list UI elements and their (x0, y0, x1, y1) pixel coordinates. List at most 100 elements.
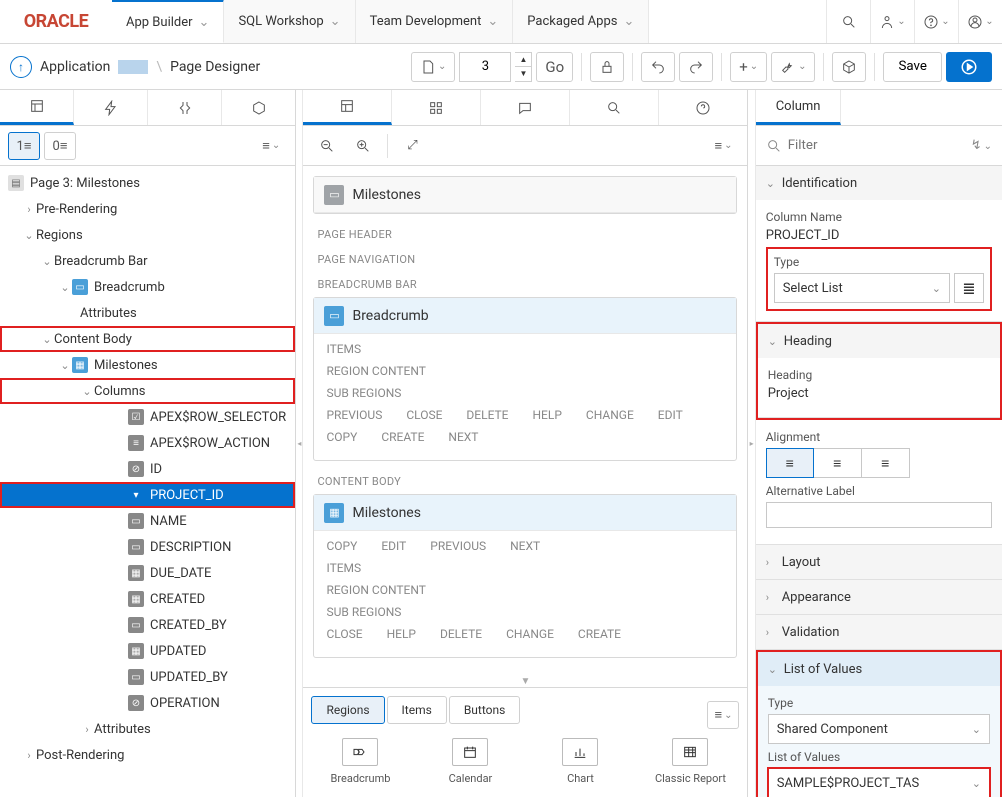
shared-components-button[interactable] (832, 52, 866, 82)
type-options-button[interactable]: ≣ (954, 273, 984, 303)
zoom-in-button[interactable] (347, 132, 379, 160)
tree-content-body[interactable]: ⌄Content Body (0, 326, 295, 352)
section-page-header[interactable]: PAGE HEADER (313, 222, 737, 247)
zoom-out-button[interactable] (311, 132, 343, 160)
property-filter-input[interactable] (788, 132, 965, 160)
slot[interactable]: COPY (326, 539, 357, 553)
page-region[interactable]: ▭Milestones (313, 176, 737, 214)
slot[interactable]: DELETE (466, 408, 508, 422)
slot[interactable]: NEXT (510, 539, 540, 553)
gallery-splitter[interactable]: ▼ (303, 676, 747, 687)
gallery-item-calendar[interactable]: Calendar (425, 738, 515, 785)
slot[interactable]: CHANGE (506, 627, 554, 641)
page-region-head[interactable]: ▭Milestones (314, 177, 736, 213)
gallery-tab-buttons[interactable]: Buttons (449, 696, 521, 724)
breadcrumb-region-head[interactable]: ▭Breadcrumb (314, 298, 736, 334)
undo-button[interactable] (641, 52, 675, 82)
go-button[interactable]: Go (536, 52, 573, 82)
tree-menu-button[interactable]: ≡ ⌄ (255, 132, 287, 160)
page-search-tab[interactable] (570, 90, 659, 125)
section-head-appearance[interactable]: ›Appearance (756, 580, 1002, 614)
select-lov-type[interactable]: Shared Component⌄ (768, 714, 990, 744)
page-finder-button[interactable]: ⌄ (411, 52, 455, 82)
section-head-validation[interactable]: ›Validation (756, 615, 1002, 649)
tree-breadcrumb-attributes[interactable]: Attributes (0, 300, 295, 326)
breadcrumb-application[interactable]: Application (40, 59, 110, 75)
spotlight-search-icon[interactable] (826, 0, 870, 43)
utilities-button[interactable]: ⌄ (771, 52, 815, 82)
tree-col-name[interactable]: ▭NAME (0, 508, 295, 534)
layout-tab[interactable] (303, 90, 392, 125)
tree-breadcrumb-bar[interactable]: ⌄Breadcrumb Bar (0, 248, 295, 274)
dynamic-actions-tab[interactable] (74, 90, 148, 125)
processing-tab[interactable] (148, 90, 222, 125)
splitter-right[interactable]: ▸ (748, 90, 755, 797)
admin-icon[interactable]: ⌄ (870, 0, 914, 43)
slot[interactable]: COPY (326, 430, 357, 444)
component-view-tab[interactable] (392, 90, 481, 125)
tab-team-development[interactable]: Team Development⌄ (356, 0, 514, 43)
tree-col-created[interactable]: ▦CREATED (0, 586, 295, 612)
slot[interactable]: REGION CONTENT (326, 364, 425, 378)
expand-button[interactable]: ⤢ (396, 132, 428, 160)
tree-milestones-attributes[interactable]: ›Attributes (0, 716, 295, 742)
gallery-tab-regions[interactable]: Regions (311, 696, 384, 724)
slot[interactable]: SUB REGIONS (326, 386, 401, 400)
slot[interactable]: SUB REGIONS (326, 605, 401, 619)
select-lov-value[interactable]: SAMPLE$PROJECT_TAS⌄ (768, 768, 990, 797)
align-right-button[interactable]: ≡ (862, 448, 910, 478)
slot[interactable]: REGION CONTENT (326, 583, 425, 597)
tree-col-updated[interactable]: ▦UPDATED (0, 638, 295, 664)
pin-button[interactable]: ↯⌄ (971, 138, 992, 153)
save-button[interactable]: Save (883, 52, 942, 82)
slot[interactable]: EDIT (658, 408, 683, 422)
tree-col-due-date[interactable]: ▦DUE_DATE (0, 560, 295, 586)
tree-page-title[interactable]: ▤Page 3: Milestones (0, 170, 295, 196)
help-icon[interactable]: ⌄ (914, 0, 958, 43)
section-content-body[interactable]: CONTENT BODY (313, 469, 737, 494)
splitter-left[interactable]: ◂ (296, 90, 303, 797)
tree-col-updated-by[interactable]: ▭UPDATED_BY (0, 664, 295, 690)
page-number-input[interactable] (459, 52, 511, 82)
tree-regions[interactable]: ⌄Regions (0, 222, 295, 248)
gallery-item-classic-report[interactable]: Classic Report (645, 738, 735, 785)
tree-col-project-id[interactable]: ▾PROJECT_ID (0, 482, 295, 508)
select-type[interactable]: Select List⌄ (774, 273, 950, 303)
slot[interactable]: HELP (387, 627, 416, 641)
gallery-menu-button[interactable]: ≡ ⌄ (707, 701, 739, 729)
align-center-button[interactable]: ≡ (814, 448, 862, 478)
input-alt-label[interactable] (766, 502, 992, 528)
sort-processing-button[interactable]: 0≡ (44, 132, 76, 160)
create-button[interactable]: +⌄ (730, 52, 767, 82)
rendering-tab[interactable] (0, 90, 74, 125)
layout-menu-button[interactable]: ≡ ⌄ (707, 132, 739, 160)
slot[interactable]: HELP (533, 408, 562, 422)
section-breadcrumb-bar[interactable]: BREADCRUMB BAR (313, 272, 737, 297)
tree-columns[interactable]: ⌄Columns (0, 378, 295, 404)
tree-milestones[interactable]: ⌄▦Milestones (0, 352, 295, 378)
slot[interactable]: EDIT (381, 539, 406, 553)
tree-col-apex-row-action[interactable]: ≡APEX$ROW_ACTION (0, 430, 295, 456)
gallery-item-breadcrumb[interactable]: Breadcrumb (315, 738, 405, 785)
account-icon[interactable]: ⌄ (958, 0, 1002, 43)
tree-post-rendering[interactable]: ›Post-Rendering (0, 742, 295, 768)
slot[interactable]: PREVIOUS (326, 408, 382, 422)
gallery-item-chart[interactable]: Chart (535, 738, 625, 785)
tree-col-created-by[interactable]: ▭CREATED_BY (0, 612, 295, 638)
slot[interactable]: CLOSE (406, 408, 442, 422)
page-stepper-up[interactable]: ▲ (515, 53, 531, 68)
slot[interactable]: CREATE (578, 627, 621, 641)
tree-col-description[interactable]: ▭DESCRIPTION (0, 534, 295, 560)
page-stepper-down[interactable]: ▼ (515, 67, 531, 81)
section-head-heading[interactable]: ⌄Heading (758, 324, 1000, 358)
value-heading[interactable]: Project (768, 386, 990, 401)
lock-button[interactable] (590, 52, 624, 82)
section-head-identification[interactable]: ⌄Identification (756, 166, 1002, 200)
breadcrumb-layout-region[interactable]: ▭Breadcrumb ITEMS REGION CONTENT SUB REG… (313, 297, 737, 461)
tree-col-id[interactable]: ⊘ID (0, 456, 295, 482)
save-and-run-button[interactable] (946, 52, 992, 82)
tab-sql-workshop[interactable]: SQL Workshop⌄ (224, 0, 355, 43)
section-head-layout[interactable]: ›Layout (756, 545, 1002, 579)
column-tab[interactable]: Column (756, 90, 842, 125)
milestones-layout-region[interactable]: ▦Milestones COPY EDIT PREVIOUS NEXT ITEM… (313, 494, 737, 658)
